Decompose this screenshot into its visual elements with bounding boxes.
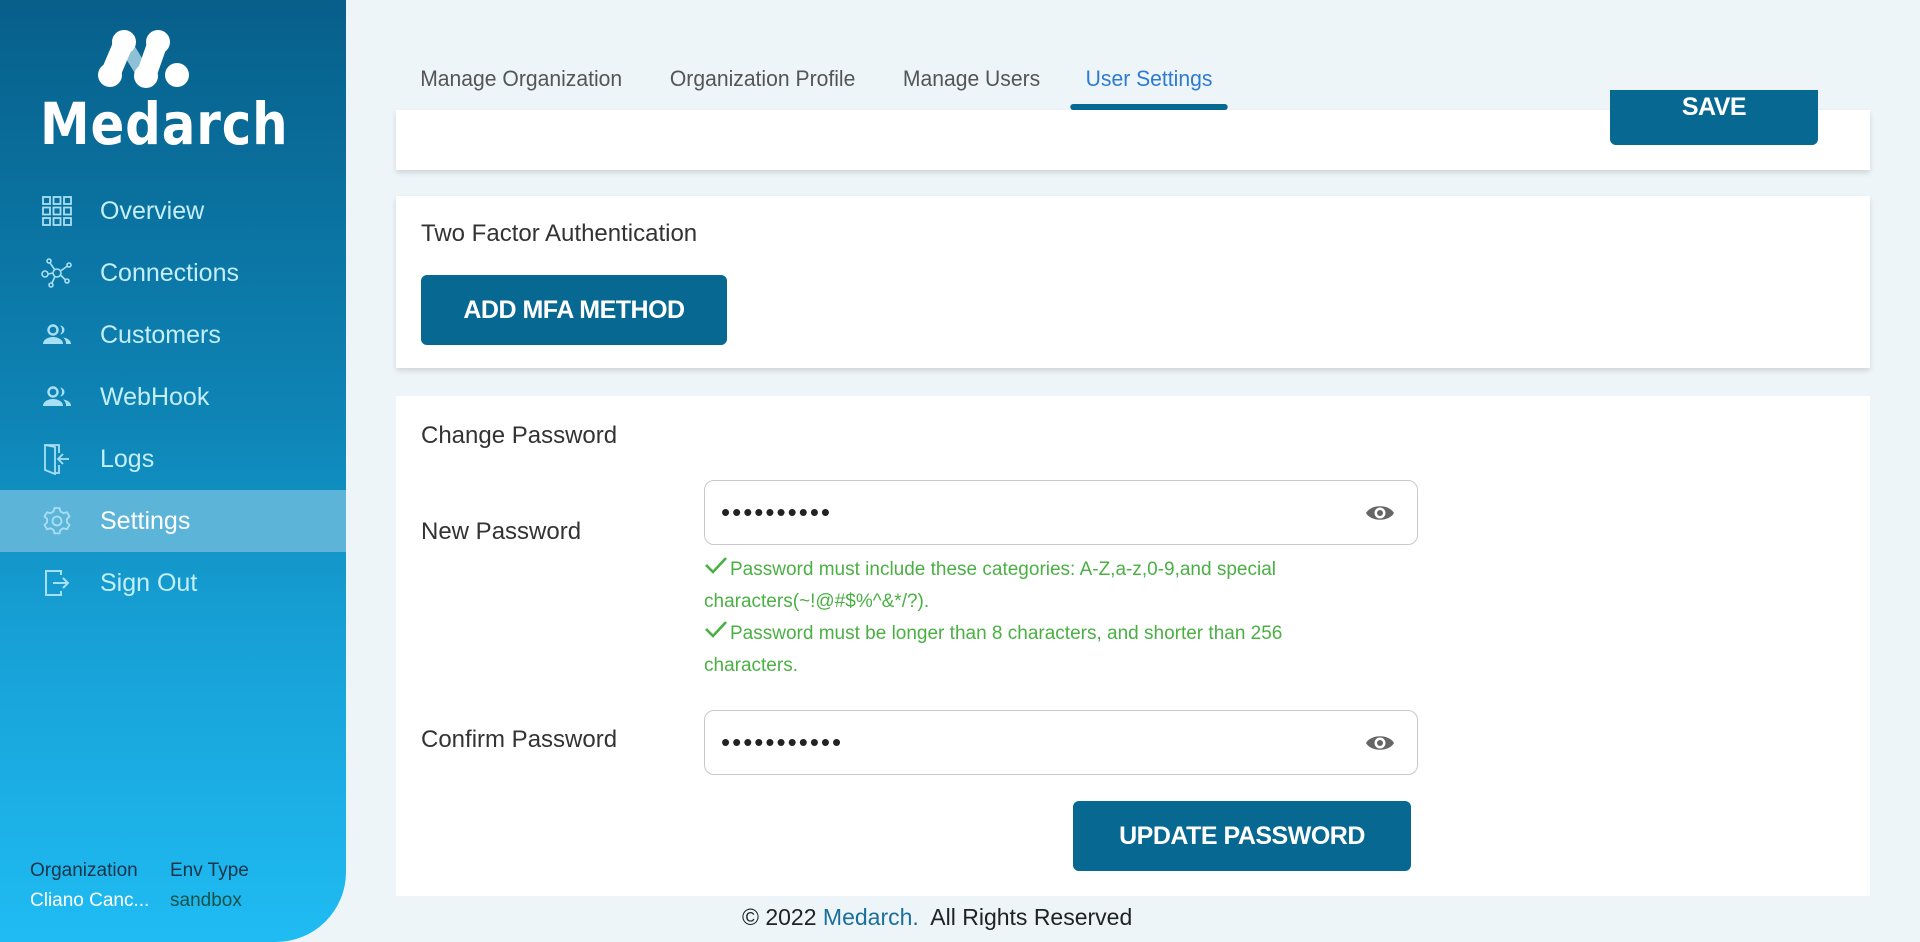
confirm-password-label: Confirm Password (421, 726, 618, 753)
network-icon (40, 256, 74, 290)
env-type-value: sandbox (170, 890, 242, 911)
new-password-field (704, 480, 1418, 545)
sidebar-item-webhook[interactable]: WebHook (0, 366, 346, 428)
sidebar-item-connections[interactable]: Connections (0, 242, 346, 304)
users-icon (40, 318, 74, 352)
check-icon (704, 618, 730, 650)
password-rules: Password must include these categories: … (704, 554, 1344, 682)
tab-manage-users[interactable]: Manage Users (883, 58, 1059, 110)
rights-text: All Rights Reserved (918, 904, 1133, 930)
password-rule: Password must be longer than 8 character… (704, 618, 1344, 682)
logo-text: Medarch (40, 90, 289, 158)
footer-brand-link[interactable]: Medarch. (823, 904, 919, 930)
sidebar-item-sign-out[interactable]: Sign Out (0, 552, 346, 614)
sidebar-item-label: Settings (100, 506, 191, 535)
door-enter-icon (40, 442, 74, 476)
sidebar-item-overview[interactable]: Overview (0, 180, 346, 242)
tab-manage-organization[interactable]: Manage Organization (401, 58, 641, 110)
tab-organization-profile[interactable]: Organization Profile (651, 58, 875, 110)
sidebar-item-settings[interactable]: Settings (0, 490, 346, 552)
profile-card: SAVE (396, 90, 1870, 170)
check-icon (704, 554, 730, 586)
sidebar-item-customers[interactable]: Customers (0, 304, 346, 366)
password-rule-text: Password must be longer than 8 character… (704, 623, 1283, 677)
update-password-button[interactable]: UPDATE PASSWORD (1073, 801, 1411, 871)
sidebar-item-logs[interactable]: Logs (0, 428, 346, 490)
env-type-label: Env Type (170, 860, 249, 881)
sidebar-item-label: Overview (100, 196, 205, 225)
save-button[interactable]: SAVE (1610, 90, 1818, 145)
gear-icon (40, 504, 74, 538)
confirm-password-field (704, 710, 1418, 775)
grid-icon (40, 194, 74, 228)
password-rule: Password must include these categories: … (704, 554, 1344, 618)
organization-label: Organization (30, 860, 138, 881)
change-password-title: Change Password (421, 422, 618, 449)
sidebar-item-label: Connections (100, 258, 239, 287)
sidebar-item-label: WebHook (100, 382, 210, 411)
mfa-title: Two Factor Authentication (421, 220, 698, 247)
change-password-card: Change Password New Password Password mu… (396, 396, 1870, 896)
tab-user-settings[interactable]: User Settings (1066, 58, 1231, 110)
sidebar-item-label: Logs (100, 444, 155, 473)
mfa-card: Two Factor Authentication ADD MFA METHOD (396, 196, 1870, 368)
confirm-password-input[interactable] (721, 711, 1321, 774)
sidebar-item-label: Customers (100, 320, 221, 349)
new-password-label: New Password (421, 518, 582, 545)
sidebar-nav: Overview Connections Customers WebHook L… (0, 180, 346, 614)
users-icon (40, 380, 74, 414)
organization-value: Cliano Canc... (30, 890, 150, 911)
logo-mark-icon (98, 30, 189, 88)
password-rule-text: Password must include these categories: … (704, 559, 1276, 613)
org-info: Organization Env Type Cliano Canc... san… (30, 860, 249, 912)
show-password-icon[interactable] (1365, 731, 1395, 755)
add-mfa-method-button[interactable]: ADD MFA METHOD (421, 275, 727, 345)
show-password-icon[interactable] (1365, 501, 1395, 525)
settings-tabs: Manage Organization Organization Profile… (396, 58, 1235, 110)
medarch-logo[interactable]: Medarch (38, 28, 288, 158)
save-button-label: SAVE (1681, 93, 1747, 121)
copyright-text: © 2022 (742, 904, 823, 930)
footer: © 2022 Medarch. All Rights Reserved (742, 904, 1132, 931)
new-password-input[interactable] (721, 481, 1321, 544)
sidebar-item-label: Sign Out (100, 568, 198, 597)
sidebar: Medarch Overview Connections Customers W… (0, 0, 346, 942)
sign-out-icon (40, 566, 74, 600)
